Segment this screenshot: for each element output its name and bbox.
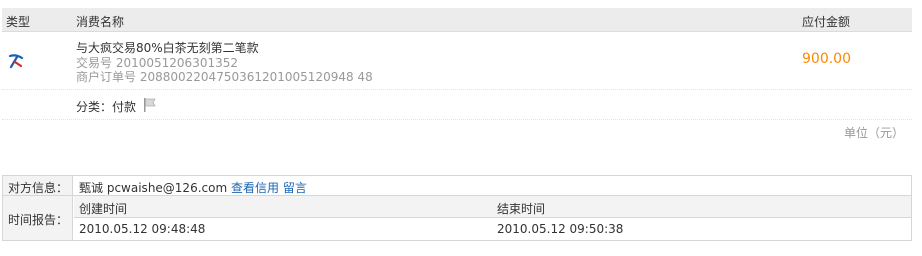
unit-label: 单位（元） [843,126,904,140]
header-amount: 应付金额 [802,15,851,29]
trade-type-icon [8,54,24,69]
counterpart-label-cell: 对方信息： [3,176,73,195]
leave-message-link[interactable]: 留言 [283,181,307,195]
time-report-header: 创建时间 结束时间 [74,196,911,218]
category-row: 分类：付款 [2,90,912,120]
header-name: 消费名称 [76,15,125,29]
ended-time-value: 2010.05.12 09:50:38 [497,222,624,236]
counterpart-content: 甄诚 pcwaishe@126.com 查看信用 留言 [79,179,307,196]
created-time-value: 2010.05.12 09:48:48 [79,222,206,236]
counterpart-info-table: 对方信息： 甄诚 pcwaishe@126.com 查看信用 留言 时间报告： … [2,175,912,241]
order-table-header: 类型 消费名称 应付金额 [2,8,912,32]
order-table: 类型 消费名称 应付金额 与大疯交易80%白茶无刻第二笔款 交易号 201005… [2,8,912,120]
category-label: 分类：付款 [76,100,137,114]
flag-icon[interactable] [142,97,158,113]
merchant-order-value: 2088002204750361201005120948 48 [139,70,373,84]
created-time-header: 创建时间 [79,202,128,216]
counterpart-email: pcwaishe@126.com [106,181,228,195]
ended-time-header: 结束时间 [497,202,546,216]
merchant-order-label: 商户订单号 [76,70,137,84]
merchant-order-number: 商户订单号 2088002204750361201005120948 48 [76,68,373,85]
time-report-row: 时间报告： 创建时间 结束时间 2010.05.12 09:48:48 2010… [3,196,911,240]
header-type: 类型 [6,15,31,29]
counterpart-row: 对方信息： 甄诚 pcwaishe@126.com 查看信用 留言 [3,176,911,196]
view-credit-link[interactable]: 查看信用 [231,181,279,195]
time-report-label-cell: 时间报告： [3,196,73,240]
order-amount: 900.00 [802,51,851,67]
counterpart-name: 甄诚 [79,181,104,195]
time-report-values: 2010.05.12 09:48:48 2010.05.12 09:50:38 [74,218,911,240]
time-report-label: 时间报告： [8,213,69,227]
counterpart-label: 对方信息： [8,181,69,195]
order-row: 与大疯交易80%白茶无刻第二笔款 交易号 2010051206301352 商户… [2,32,912,90]
